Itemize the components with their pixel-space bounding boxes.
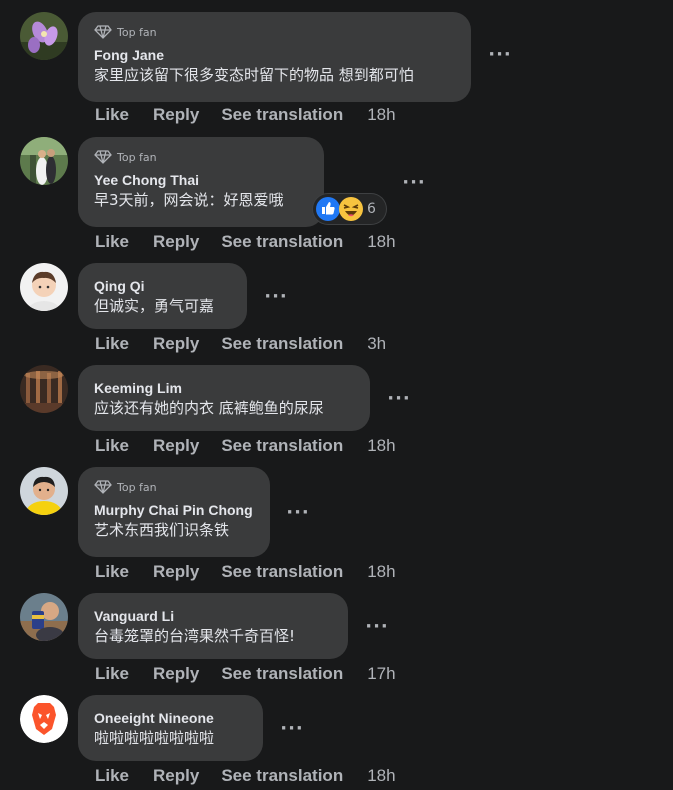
comment-text: 啦啦啦啦啦啦啦啦 <box>94 729 215 747</box>
see-translation-link[interactable]: See translation <box>221 105 343 125</box>
diamond-icon <box>94 480 112 494</box>
see-translation-link[interactable]: See translation <box>221 766 343 786</box>
like-link[interactable]: Like <box>95 436 129 456</box>
diamond-icon <box>94 25 112 39</box>
comment-timestamp[interactable]: 18h <box>367 232 395 252</box>
reply-link[interactable]: Reply <box>153 334 199 354</box>
comment-text: 应该还有她的内衣 底裤鲍鱼的尿尿 <box>94 399 324 417</box>
comment-actions: Like Reply See translation 18h <box>95 436 396 456</box>
comment-actions: Like Reply See translation 3h <box>95 334 386 354</box>
comment-text: 艺术东西我们识条铁 <box>94 521 230 539</box>
more-options-icon[interactable]: ··· <box>399 167 429 197</box>
see-translation-link[interactable]: See translation <box>221 436 343 456</box>
comment-actions: Like Reply See translation 17h <box>95 664 396 684</box>
top-fan-label: Top fan <box>117 480 157 494</box>
like-link[interactable]: Like <box>95 334 129 354</box>
reply-link[interactable]: Reply <box>153 562 199 582</box>
comment-timestamp[interactable]: 18h <box>367 562 395 582</box>
comment-text: 早3天前，网会说：好恩爱哦 <box>94 191 284 209</box>
comment-actions: Like Reply See translation 18h <box>95 766 396 786</box>
reply-link[interactable]: Reply <box>153 766 199 786</box>
comment-author[interactable]: Fong Jane <box>94 47 455 63</box>
see-translation-link[interactable]: See translation <box>221 562 343 582</box>
comment-timestamp[interactable]: 3h <box>367 334 386 354</box>
reactions-summary[interactable]: 6 <box>313 194 386 224</box>
comment-timestamp[interactable]: 18h <box>367 105 395 125</box>
avatar[interactable] <box>20 467 68 515</box>
more-options-icon[interactable]: ··· <box>362 611 392 641</box>
comment-author[interactable]: Oneeight Nineone <box>94 710 247 726</box>
comment-actions: Like Reply See translation 18h <box>95 562 396 582</box>
like-link[interactable]: Like <box>95 664 129 684</box>
avatar[interactable] <box>20 12 68 60</box>
like-link[interactable]: Like <box>95 562 129 582</box>
reply-link[interactable]: Reply <box>153 105 199 125</box>
more-options-icon[interactable]: ··· <box>277 713 307 743</box>
reply-link[interactable]: Reply <box>153 664 199 684</box>
comment-actions: Like Reply See translation 18h <box>95 105 396 125</box>
avatar[interactable] <box>20 365 68 413</box>
comment-author[interactable]: Yee Chong Thai <box>94 172 308 188</box>
like-link[interactable]: Like <box>95 232 129 252</box>
top-fan-label: Top fan <box>117 25 157 39</box>
top-fan-label: Top fan <box>117 150 157 164</box>
comment-text: 台毒笼罩的台湾果然千奇百怪! <box>94 627 296 645</box>
comment-actions: Like Reply See translation 18h <box>95 232 396 252</box>
comment-author[interactable]: Qing Qi <box>94 278 231 294</box>
comment-timestamp[interactable]: 18h <box>367 436 395 456</box>
reply-link[interactable]: Reply <box>153 232 199 252</box>
see-translation-link[interactable]: See translation <box>221 334 343 354</box>
comment-bubble: Keeming Lim 应该还有她的内衣 底裤鲍鱼的尿尿 <box>78 365 370 431</box>
see-translation-link[interactable]: See translation <box>221 664 343 684</box>
comment-author[interactable]: Keeming Lim <box>94 380 354 396</box>
comment-bubble: Top fan Fong Jane 家里应该留下很多变态时留下的物品 想到都可怕 <box>78 12 471 102</box>
comment-author[interactable]: Vanguard Li <box>94 608 332 624</box>
comment-bubble: Vanguard Li 台毒笼罩的台湾果然千奇百怪! <box>78 593 348 659</box>
more-options-icon[interactable]: ··· <box>283 497 313 527</box>
comment-bubble: Top fan Murphy Chai Pin Chong 艺术东西我们识条铁 <box>78 467 270 557</box>
comment-text: 家里应该留下很多变态时留下的物品 想到都可怕 <box>94 66 414 84</box>
see-translation-link[interactable]: See translation <box>221 232 343 252</box>
top-fan-badge: Top fan <box>94 149 308 165</box>
haha-reaction-icon <box>339 197 363 221</box>
diamond-icon <box>94 150 112 164</box>
comment-timestamp[interactable]: 17h <box>367 664 395 684</box>
comment-bubble: Oneeight Nineone 啦啦啦啦啦啦啦啦 <box>78 695 263 761</box>
more-options-icon[interactable]: ··· <box>261 281 291 311</box>
more-options-icon[interactable]: ··· <box>384 383 414 413</box>
like-link[interactable]: Like <box>95 766 129 786</box>
comment-feed: Top fan Fong Jane 家里应该留下很多变态时留下的物品 想到都可怕… <box>0 0 673 790</box>
avatar[interactable] <box>20 263 68 311</box>
more-options-icon[interactable]: ··· <box>485 39 515 69</box>
comment-bubble: Top fan Yee Chong Thai 早3天前，网会说：好恩爱哦 <box>78 137 324 227</box>
comment-bubble: Qing Qi 但诚实，勇气可嘉 <box>78 263 247 329</box>
comment-text: 但诚实，勇气可嘉 <box>94 297 215 315</box>
top-fan-badge: Top fan <box>94 479 254 495</box>
reply-link[interactable]: Reply <box>153 436 199 456</box>
avatar[interactable] <box>20 695 68 743</box>
comment-author[interactable]: Murphy Chai Pin Chong <box>94 502 254 518</box>
reaction-count: 6 <box>367 201 376 217</box>
comment-timestamp[interactable]: 18h <box>367 766 395 786</box>
like-link[interactable]: Like <box>95 105 129 125</box>
avatar[interactable] <box>20 137 68 185</box>
avatar[interactable] <box>20 593 68 641</box>
top-fan-badge: Top fan <box>94 24 455 40</box>
